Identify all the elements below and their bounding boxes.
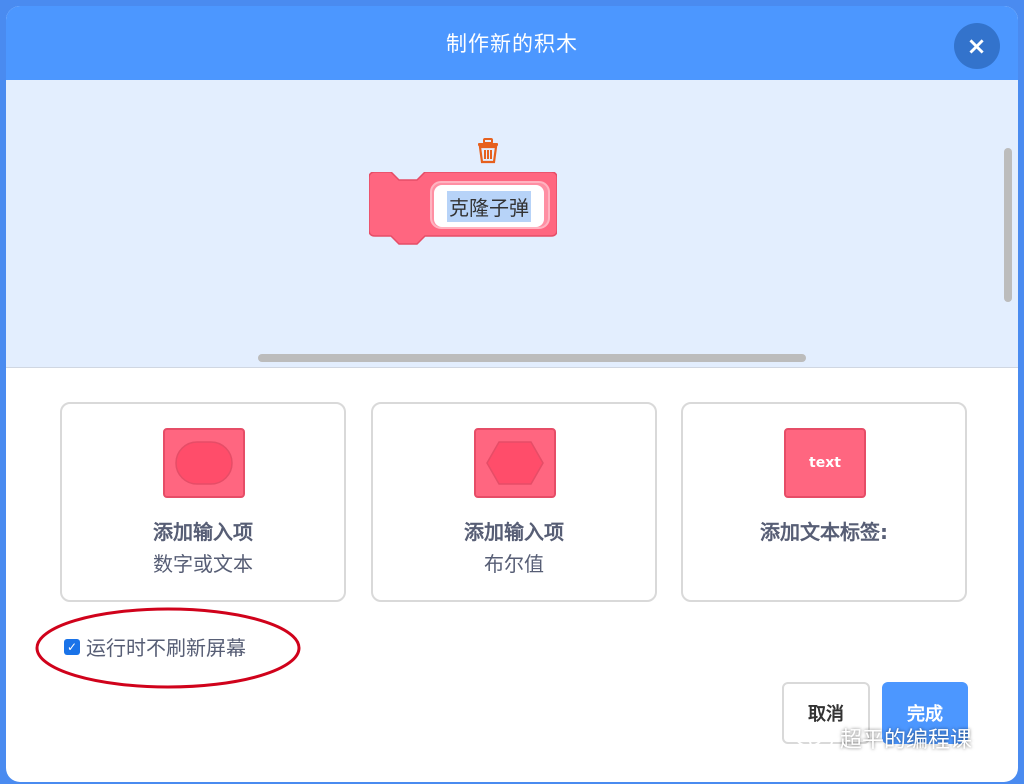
checkbox-checked-icon[interactable]: ✓	[64, 638, 80, 655]
add-text-label-option[interactable]: text 添加文本标签:	[681, 402, 967, 602]
text-label-glyph: text	[809, 455, 841, 471]
vertical-scrollbar[interactable]	[1004, 148, 1012, 302]
run-without-refresh-checkbox[interactable]: ✓ 运行时不刷新屏幕	[64, 632, 246, 661]
round-input-icon	[163, 428, 245, 498]
close-button[interactable]: ×	[954, 23, 1000, 69]
add-boolean-input-option[interactable]: 添加输入项 布尔值	[371, 402, 657, 602]
boolean-input-icon	[474, 428, 556, 498]
close-icon: ×	[966, 32, 988, 60]
dialog-title: 制作新的积木	[446, 32, 578, 56]
horizontal-scrollbar[interactable]	[258, 354, 806, 362]
option-title: 添加输入项	[464, 520, 564, 544]
trash-icon[interactable]	[475, 136, 501, 164]
block-name-input[interactable]: 克隆子弹	[434, 185, 544, 227]
dialog-header: 制作新的积木 ×	[6, 6, 1018, 80]
add-number-text-input-option[interactable]: 添加输入项 数字或文本	[60, 402, 346, 602]
option-title: 添加输入项	[153, 520, 253, 544]
text-label-icon: text	[784, 428, 866, 498]
watermark-text: 超平的编程课	[840, 728, 973, 753]
option-subtitle: 数字或文本	[153, 552, 253, 576]
checkbox-label: 运行时不刷新屏幕	[86, 636, 246, 660]
make-block-dialog: 制作新的积木 × 克隆子弹 添加输入项 数字或文本 添加输入项 布尔值 text…	[6, 6, 1018, 782]
block-preview-workspace: 克隆子弹	[6, 80, 1018, 368]
block-name-text: 克隆子弹	[447, 190, 531, 222]
option-subtitle: 布尔值	[484, 552, 544, 576]
watermark: 超平的编程课	[794, 722, 972, 754]
wechat-icon	[795, 725, 833, 751]
option-title: 添加文本标签:	[760, 520, 888, 544]
